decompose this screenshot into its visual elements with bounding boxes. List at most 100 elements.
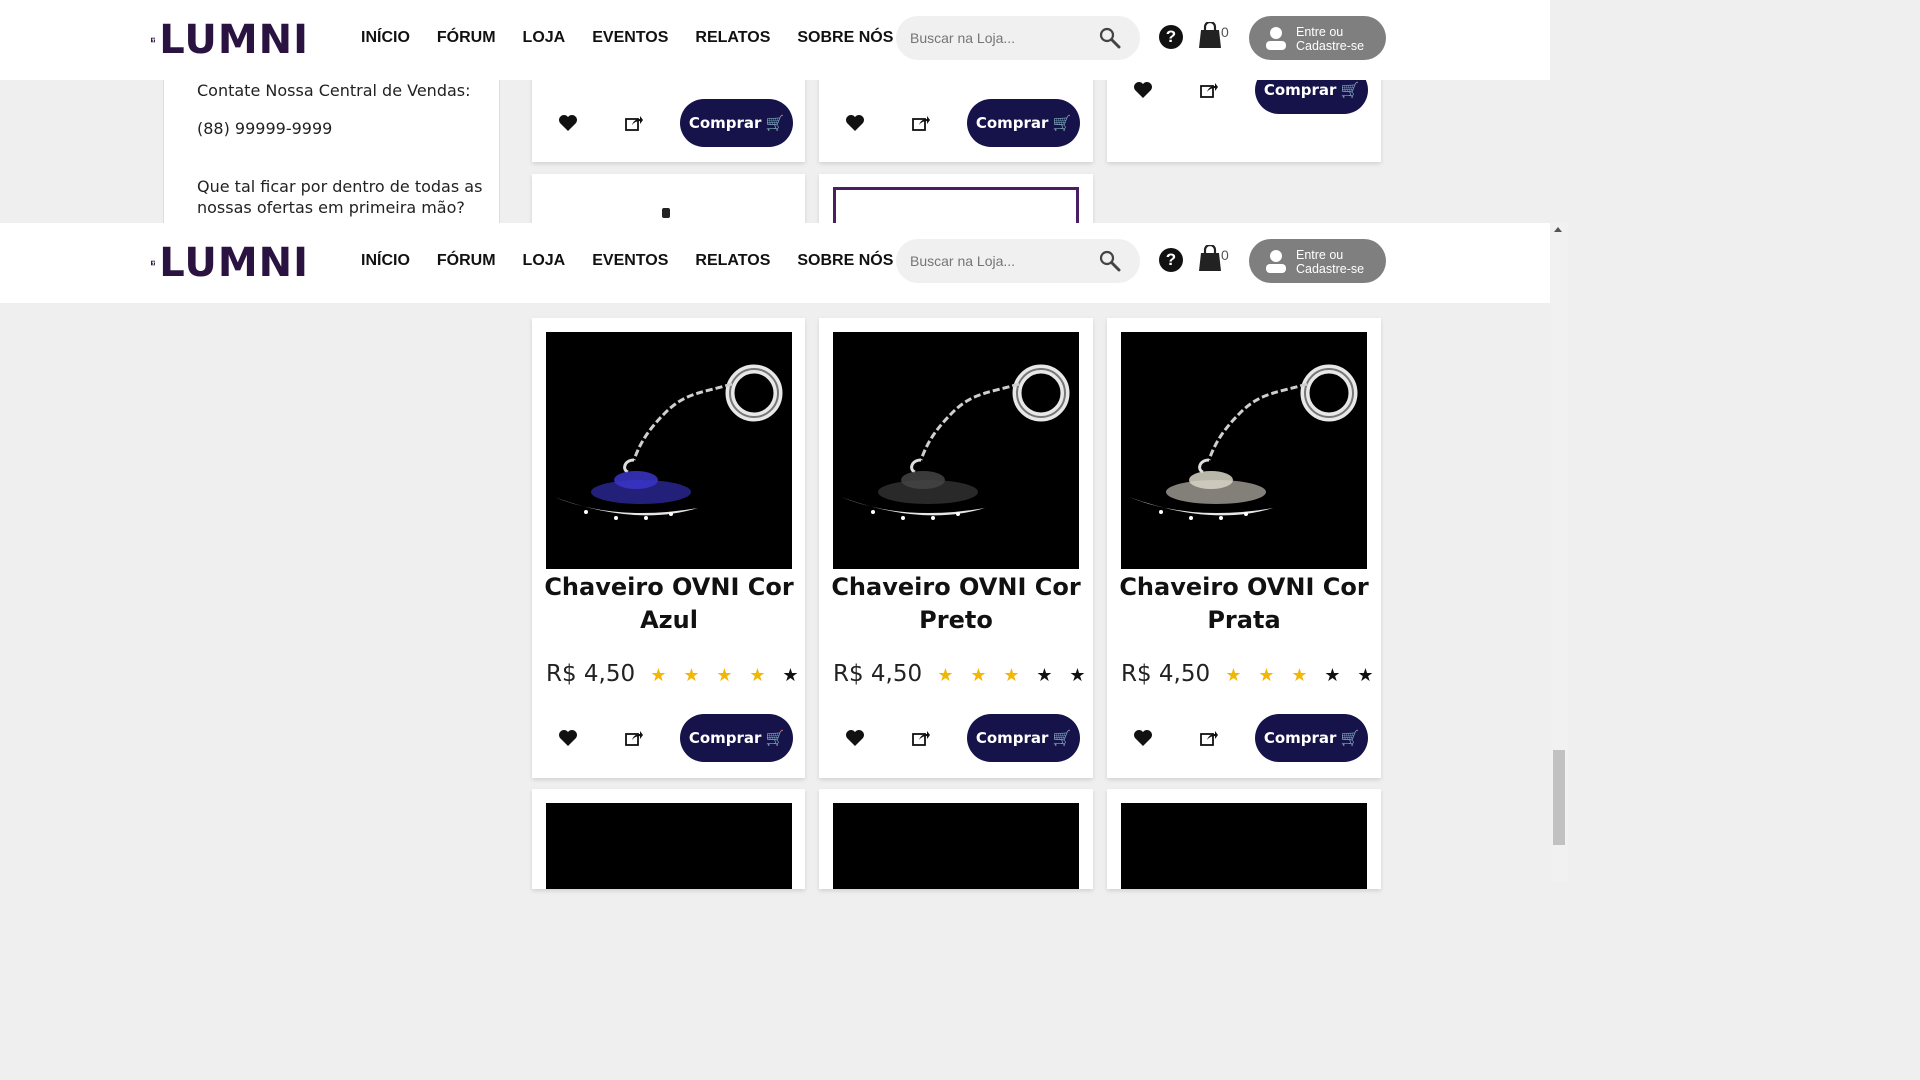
buy-button[interactable]: Comprar 🛒 [1255, 714, 1368, 762]
share-icon[interactable] [625, 115, 643, 131]
nav-inicio[interactable]: INÍCIO [361, 29, 410, 47]
rating-star-icon[interactable]: ★ [708, 665, 741, 687]
product-title[interactable]: Chaveiro OVNI Cor Preto [819, 571, 1093, 637]
search-box [896, 239, 1140, 283]
nav-loja[interactable]: LOJA [523, 29, 566, 47]
brand-logo[interactable]: LUMNI [151, 19, 309, 61]
search-input[interactable] [910, 251, 1090, 271]
rating-star-icon[interactable]: ★ [741, 665, 774, 687]
rating-star-icon[interactable]: ★ [929, 665, 962, 687]
shopping-bag-icon[interactable] [1198, 22, 1222, 48]
share-icon[interactable] [912, 115, 930, 131]
product-card: Chaveiro OVNI Cor Preto R$ 4,50 ★ ★ ★ ★ ★ Co… [819, 318, 1093, 778]
buy-button[interactable]: Comprar 🛒 [967, 99, 1080, 147]
product-price: R$ 4,50 [546, 661, 636, 687]
contact-text: Contate Nossa Central de Vendas: [197, 81, 471, 100]
rating-star-icon[interactable]: ★ [774, 665, 807, 687]
help-icon[interactable]: ? [1159, 25, 1183, 49]
product-price: R$ 4,50 [1121, 661, 1211, 687]
main-nav: INÍCIO FÓRUM LOJA EVENTOS RELATOS SOBRE … [361, 252, 920, 270]
brand-logo[interactable]: LUMNI [151, 242, 309, 284]
product-image[interactable] [833, 332, 1079, 569]
nav-relatos[interactable]: RELATOS [695, 29, 770, 47]
product-card-partial [532, 789, 805, 889]
share-icon[interactable] [1200, 730, 1218, 746]
brand-name: LUMNI [159, 17, 309, 63]
buy-button[interactable]: Comprar 🛒 [967, 714, 1080, 762]
heart-icon[interactable] [558, 729, 578, 747]
cart-icon: 🛒 [1340, 81, 1360, 99]
product-image[interactable] [546, 332, 792, 569]
nav-sobre-nos[interactable]: SOBRE NÓS [797, 29, 893, 47]
search-icon[interactable] [1099, 250, 1121, 272]
nav-forum[interactable]: FÓRUM [437, 29, 496, 47]
ufo-keychain-image [546, 332, 792, 569]
ufo-keychain-image [833, 332, 1079, 569]
rating-star-icon[interactable]: ★ [1028, 665, 1061, 687]
rating-star-icon[interactable]: ★ [675, 665, 708, 687]
nav-forum[interactable]: FÓRUM [437, 252, 496, 270]
heart-icon[interactable] [1133, 81, 1153, 99]
buy-button[interactable]: Comprar 🛒 [1255, 80, 1368, 114]
nav-inicio[interactable]: INÍCIO [361, 252, 410, 270]
product-card-partial: Comprar 🛒 [819, 80, 1093, 162]
rating-star-icon[interactable]: ★ [1250, 665, 1283, 687]
share-icon[interactable] [625, 730, 643, 746]
product-image-frame [833, 187, 1079, 223]
scroll-up-arrow-icon[interactable] [1554, 227, 1562, 232]
scrollbar-thumb[interactable] [1553, 750, 1565, 845]
rating-star-icon[interactable]: ★ [1217, 665, 1250, 687]
rating-star-icon[interactable]: ★ [1349, 665, 1382, 687]
user-icon [1266, 250, 1286, 273]
help-icon[interactable]: ? [1159, 248, 1183, 272]
product-image-partial [662, 208, 670, 218]
heart-icon[interactable] [558, 114, 578, 132]
product-card-partial [1107, 789, 1381, 889]
main-nav: INÍCIO FÓRUM LOJA EVENTOS RELATOS SOBRE … [361, 29, 920, 47]
product-card-partial [819, 789, 1093, 889]
product-title[interactable]: Chaveiro OVNI Cor Prata [1107, 571, 1381, 637]
product-image[interactable] [1121, 332, 1367, 569]
product-title[interactable]: Chaveiro OVNI Cor Azul [532, 571, 806, 637]
ufo-logo-icon [151, 260, 156, 266]
shopping-bag-icon[interactable] [1198, 245, 1222, 271]
heart-icon[interactable] [845, 729, 865, 747]
nav-eventos[interactable]: EVENTOS [592, 29, 668, 47]
share-icon[interactable] [1200, 82, 1218, 98]
product-card: Chaveiro OVNI Cor Prata R$ 4,50 ★ ★ ★ ★ ★ Co… [1107, 318, 1381, 778]
rating-star-icon[interactable]: ★ [1283, 665, 1316, 687]
heart-icon[interactable] [1133, 729, 1153, 747]
product-image[interactable] [546, 803, 792, 889]
rating-star-icon[interactable]: ★ [1316, 665, 1349, 687]
rating-star-icon[interactable]: ★ [1061, 665, 1094, 687]
rating-star-icon[interactable]: ★ [995, 665, 1028, 687]
rating-star-icon[interactable]: ★ [962, 665, 995, 687]
site-header: LUMNI INÍCIO FÓRUM LOJA EVENTOS RELATOS … [0, 0, 1550, 80]
page-scrollbar[interactable] [1550, 223, 1568, 882]
share-icon[interactable] [912, 730, 930, 746]
previous-scroll-region: Contate Nossa Central de Vendas: (88) 99… [0, 80, 1550, 223]
search-input[interactable] [910, 28, 1090, 48]
login-button[interactable]: Entre ou Cadastre-se [1249, 16, 1386, 60]
brand-name: LUMNI [159, 240, 309, 286]
site-header-sticky: LUMNI INÍCIO FÓRUM LOJA EVENTOS RELATOS … [0, 223, 1550, 303]
product-card-partial [532, 174, 805, 223]
buy-button[interactable]: Comprar 🛒 [680, 99, 793, 147]
product-card-partial: Comprar 🛒 [1107, 80, 1381, 162]
nav-loja[interactable]: LOJA [523, 252, 566, 270]
product-image[interactable] [1121, 803, 1367, 889]
product-rating: ★ ★ ★ ★ ★ [929, 665, 1094, 687]
buy-button[interactable]: Comprar 🛒 [680, 714, 793, 762]
login-label: Entre ou Cadastre-se [1296, 25, 1365, 53]
cart-icon: 🛒 [1340, 729, 1360, 747]
heart-icon[interactable] [845, 114, 865, 132]
product-card-partial [819, 174, 1093, 223]
login-button[interactable]: Entre ou Cadastre-se [1249, 239, 1386, 283]
product-image[interactable] [833, 803, 1079, 889]
nav-eventos[interactable]: EVENTOS [592, 252, 668, 270]
rating-star-icon[interactable]: ★ [642, 665, 675, 687]
search-icon[interactable] [1099, 27, 1121, 49]
nav-sobre-nos[interactable]: SOBRE NÓS [797, 252, 893, 270]
cart-icon: 🛒 [765, 114, 785, 132]
nav-relatos[interactable]: RELATOS [695, 252, 770, 270]
